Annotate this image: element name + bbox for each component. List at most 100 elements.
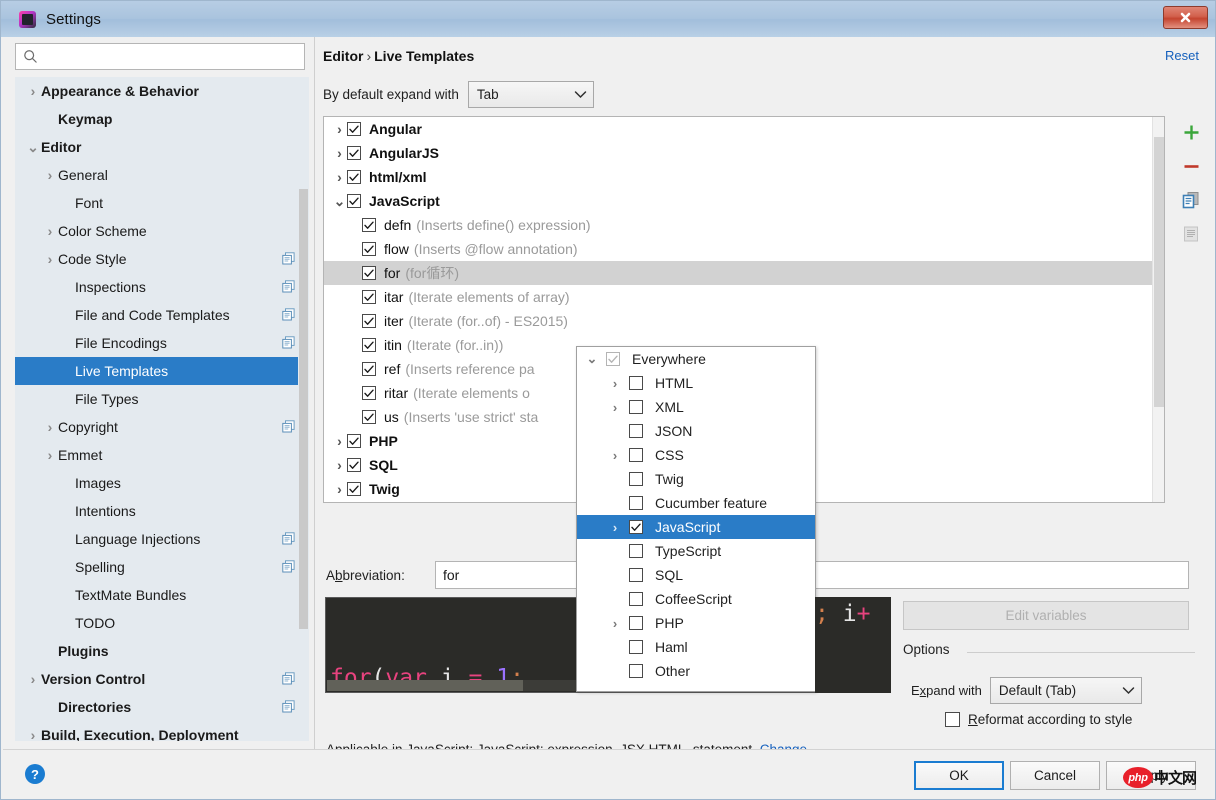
context-row[interactable]: TypeScript bbox=[577, 539, 815, 563]
template-checkbox[interactable] bbox=[362, 218, 376, 232]
context-checkbox[interactable] bbox=[629, 520, 643, 534]
context-checkbox[interactable] bbox=[629, 376, 643, 390]
search-box[interactable] bbox=[15, 43, 305, 70]
context-checkbox[interactable] bbox=[629, 616, 643, 630]
help-button[interactable]: ? bbox=[25, 764, 45, 784]
templates-tree-scrollbar-thumb[interactable] bbox=[1154, 137, 1164, 407]
remove-template-button[interactable] bbox=[1175, 150, 1207, 182]
chevron-right-icon[interactable]: › bbox=[25, 83, 41, 99]
template-row[interactable]: itar (Iterate elements of array) bbox=[324, 285, 1164, 309]
template-checkbox[interactable] bbox=[362, 410, 376, 424]
sidebar-item-images[interactable]: Images bbox=[15, 469, 309, 497]
context-checkbox[interactable] bbox=[629, 640, 643, 654]
reset-link[interactable]: Reset bbox=[1165, 48, 1199, 63]
sidebar-item-copyright[interactable]: › Copyright bbox=[15, 413, 309, 441]
chevron-right-icon[interactable]: › bbox=[607, 400, 623, 415]
sidebar-item-file-and-code-templates[interactable]: File and Code Templates bbox=[15, 301, 309, 329]
chevron-right-icon[interactable]: › bbox=[42, 223, 58, 239]
add-template-button[interactable] bbox=[1175, 116, 1207, 148]
chevron-right-icon[interactable]: › bbox=[25, 727, 41, 741]
sidebar-item-editor[interactable]: ⌄ Editor bbox=[15, 133, 309, 161]
chevron-right-icon[interactable]: › bbox=[332, 145, 347, 161]
template-checkbox[interactable] bbox=[347, 122, 361, 136]
sidebar-item-language-injections[interactable]: Language Injections bbox=[15, 525, 309, 553]
context-row[interactable]: › PHP bbox=[577, 611, 815, 635]
sidebar-scrollbar[interactable] bbox=[298, 77, 309, 741]
sidebar-item-general[interactable]: › General bbox=[15, 161, 309, 189]
sidebar-item-code-style[interactable]: › Code Style bbox=[15, 245, 309, 273]
sidebar-item-appearance-behavior[interactable]: › Appearance & Behavior bbox=[15, 77, 309, 105]
chevron-right-icon[interactable]: › bbox=[42, 419, 58, 435]
context-row[interactable]: JSON bbox=[577, 419, 815, 443]
template-row[interactable]: flow (Inserts @flow annotation) bbox=[324, 237, 1164, 261]
context-row[interactable]: › HTML bbox=[577, 371, 815, 395]
context-checkbox[interactable] bbox=[629, 448, 643, 462]
context-row[interactable]: › JavaScript bbox=[577, 515, 815, 539]
context-checkbox[interactable] bbox=[629, 496, 643, 510]
context-checkbox[interactable] bbox=[629, 568, 643, 582]
sidebar-item-directories[interactable]: Directories bbox=[15, 693, 309, 721]
chevron-right-icon[interactable]: › bbox=[25, 671, 41, 687]
context-row[interactable]: SQL bbox=[577, 563, 815, 587]
sidebar-item-intentions[interactable]: Intentions bbox=[15, 497, 309, 525]
context-row[interactable]: › CSS bbox=[577, 443, 815, 467]
context-checkbox[interactable] bbox=[629, 664, 643, 678]
template-checkbox[interactable] bbox=[347, 194, 361, 208]
chevron-right-icon[interactable]: › bbox=[332, 457, 347, 473]
context-row[interactable]: Twig bbox=[577, 467, 815, 491]
sidebar-item-keymap[interactable]: Keymap bbox=[15, 105, 309, 133]
ok-button[interactable]: OK bbox=[914, 761, 1004, 790]
context-row[interactable]: ⌄ Everywhere bbox=[577, 347, 815, 371]
sidebar-item-color-scheme[interactable]: › Color Scheme bbox=[15, 217, 309, 245]
template-row[interactable]: iter (Iterate (for..of) - ES2015) bbox=[324, 309, 1164, 333]
chevron-right-icon[interactable]: › bbox=[607, 616, 623, 631]
context-row[interactable]: CoffeeScript bbox=[577, 587, 815, 611]
template-checkbox[interactable] bbox=[347, 458, 361, 472]
template-checkbox[interactable] bbox=[347, 170, 361, 184]
chevron-right-icon[interactable]: › bbox=[332, 121, 347, 137]
chevron-right-icon[interactable]: › bbox=[332, 481, 347, 497]
chevron-down-icon[interactable]: ⌄ bbox=[584, 351, 600, 367]
chevron-right-icon[interactable]: › bbox=[607, 520, 623, 535]
applicable-contexts-popup[interactable]: ⌄ Everywhere › HTML › XML JSON › CSS Twig Cucumber… bbox=[576, 346, 816, 692]
sidebar-item-todo[interactable]: TODO bbox=[15, 609, 309, 637]
template-checkbox[interactable] bbox=[347, 146, 361, 160]
context-row[interactable]: Haml bbox=[577, 635, 815, 659]
sidebar-item-emmet[interactable]: › Emmet bbox=[15, 441, 309, 469]
sidebar-item-font[interactable]: Font bbox=[15, 189, 309, 217]
sidebar-item-live-templates[interactable]: Live Templates bbox=[15, 357, 309, 385]
chevron-right-icon[interactable]: › bbox=[42, 447, 58, 463]
sidebar-item-version-control[interactable]: › Version Control bbox=[15, 665, 309, 693]
chevron-right-icon[interactable]: › bbox=[42, 251, 58, 267]
chevron-right-icon[interactable]: › bbox=[332, 433, 347, 449]
chevron-down-icon[interactable]: ⌄ bbox=[25, 139, 41, 156]
template-row[interactable]: for (for循环) bbox=[324, 261, 1164, 285]
template-row[interactable]: › AngularJS bbox=[324, 141, 1164, 165]
context-row[interactable]: Cucumber feature bbox=[577, 491, 815, 515]
template-checkbox[interactable] bbox=[347, 482, 361, 496]
sidebar-scrollbar-thumb[interactable] bbox=[299, 189, 308, 629]
template-row[interactable]: ⌄ JavaScript bbox=[324, 189, 1164, 213]
chevron-right-icon[interactable]: › bbox=[332, 169, 347, 185]
sidebar-item-file-types[interactable]: File Types bbox=[15, 385, 309, 413]
chevron-right-icon[interactable]: › bbox=[607, 376, 623, 391]
reformat-checkbox[interactable] bbox=[945, 712, 960, 727]
sidebar-item-build-execution-deployment[interactable]: › Build, Execution, Deployment bbox=[15, 721, 309, 741]
reformat-row[interactable]: Reformat according to style bbox=[945, 712, 1132, 727]
search-input[interactable] bbox=[44, 45, 294, 68]
context-row[interactable]: Other bbox=[577, 659, 815, 683]
template-row[interactable]: › Angular bbox=[324, 117, 1164, 141]
template-checkbox[interactable] bbox=[362, 314, 376, 328]
template-checkbox[interactable] bbox=[347, 434, 361, 448]
sidebar-item-file-encodings[interactable]: File Encodings bbox=[15, 329, 309, 357]
context-checkbox[interactable] bbox=[629, 400, 643, 414]
template-row[interactable]: › html/xml bbox=[324, 165, 1164, 189]
context-checkbox[interactable] bbox=[629, 424, 643, 438]
template-checkbox[interactable] bbox=[362, 290, 376, 304]
chevron-right-icon[interactable]: › bbox=[42, 167, 58, 183]
context-row[interactable]: › XML bbox=[577, 395, 815, 419]
template-checkbox[interactable] bbox=[362, 242, 376, 256]
sidebar-item-textmate-bundles[interactable]: TextMate Bundles bbox=[15, 581, 309, 609]
template-row[interactable]: defn (Inserts define() expression) bbox=[324, 213, 1164, 237]
settings-category-tree[interactable]: › Appearance & Behavior Keymap ⌄ Editor › Gene… bbox=[15, 77, 309, 741]
